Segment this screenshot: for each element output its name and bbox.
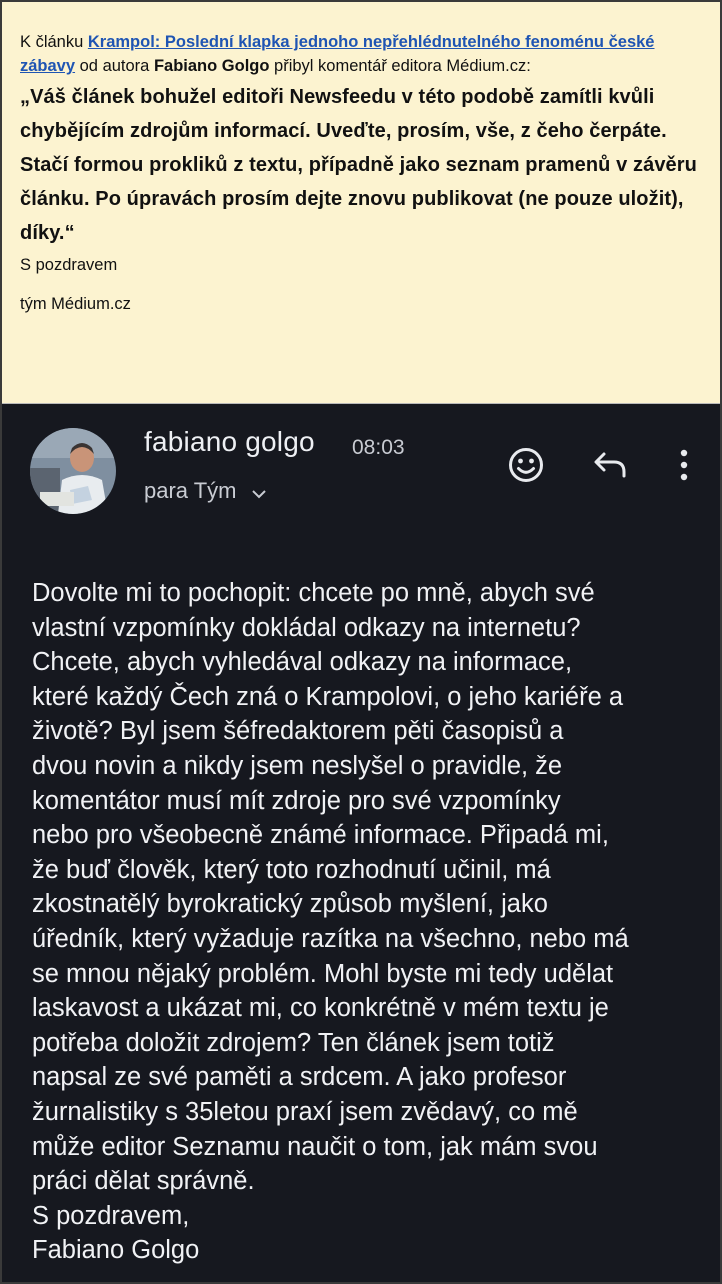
more-icon[interactable] (674, 448, 694, 487)
screenshot-frame: K článku Krampol: Poslední klapka jednoh… (0, 0, 722, 1284)
email-body: Dovolte mi to pochopit: chcete po mně, a… (32, 579, 629, 1265)
notice-intro: K článku Krampol: Poslední klapka jednoh… (20, 30, 702, 78)
notice-greeting: S pozdravem (20, 256, 118, 274)
notice-middle: od autora (75, 57, 154, 75)
email-message: fabiano golgo 08:03 para Tým Dovolte mi … (2, 404, 720, 1282)
notice-suffix: přibyl komentář editora Médium.cz: (269, 57, 531, 75)
emoji-icon[interactable] (507, 446, 545, 489)
notice-prefix: K článku (20, 33, 88, 51)
reply-icon[interactable] (592, 450, 628, 485)
avatar[interactable] (30, 428, 116, 514)
recipient-dropdown[interactable]: para Tým (144, 478, 267, 505)
notice-author: Fabiano Golgo (153, 57, 270, 75)
chevron-down-icon (251, 479, 267, 505)
notice-team-signature: tým Médium.cz (20, 295, 131, 313)
editor-comment-notice: K článku Krampol: Poslední klapka jednoh… (2, 2, 720, 404)
sent-time: 08:03 (352, 436, 405, 459)
sender-name[interactable]: fabiano golgo (144, 426, 315, 458)
editor-quote: „Váš článek bohužel editoři Newsfeedu v … (20, 86, 697, 244)
recipient-label: para Tým (144, 478, 237, 503)
